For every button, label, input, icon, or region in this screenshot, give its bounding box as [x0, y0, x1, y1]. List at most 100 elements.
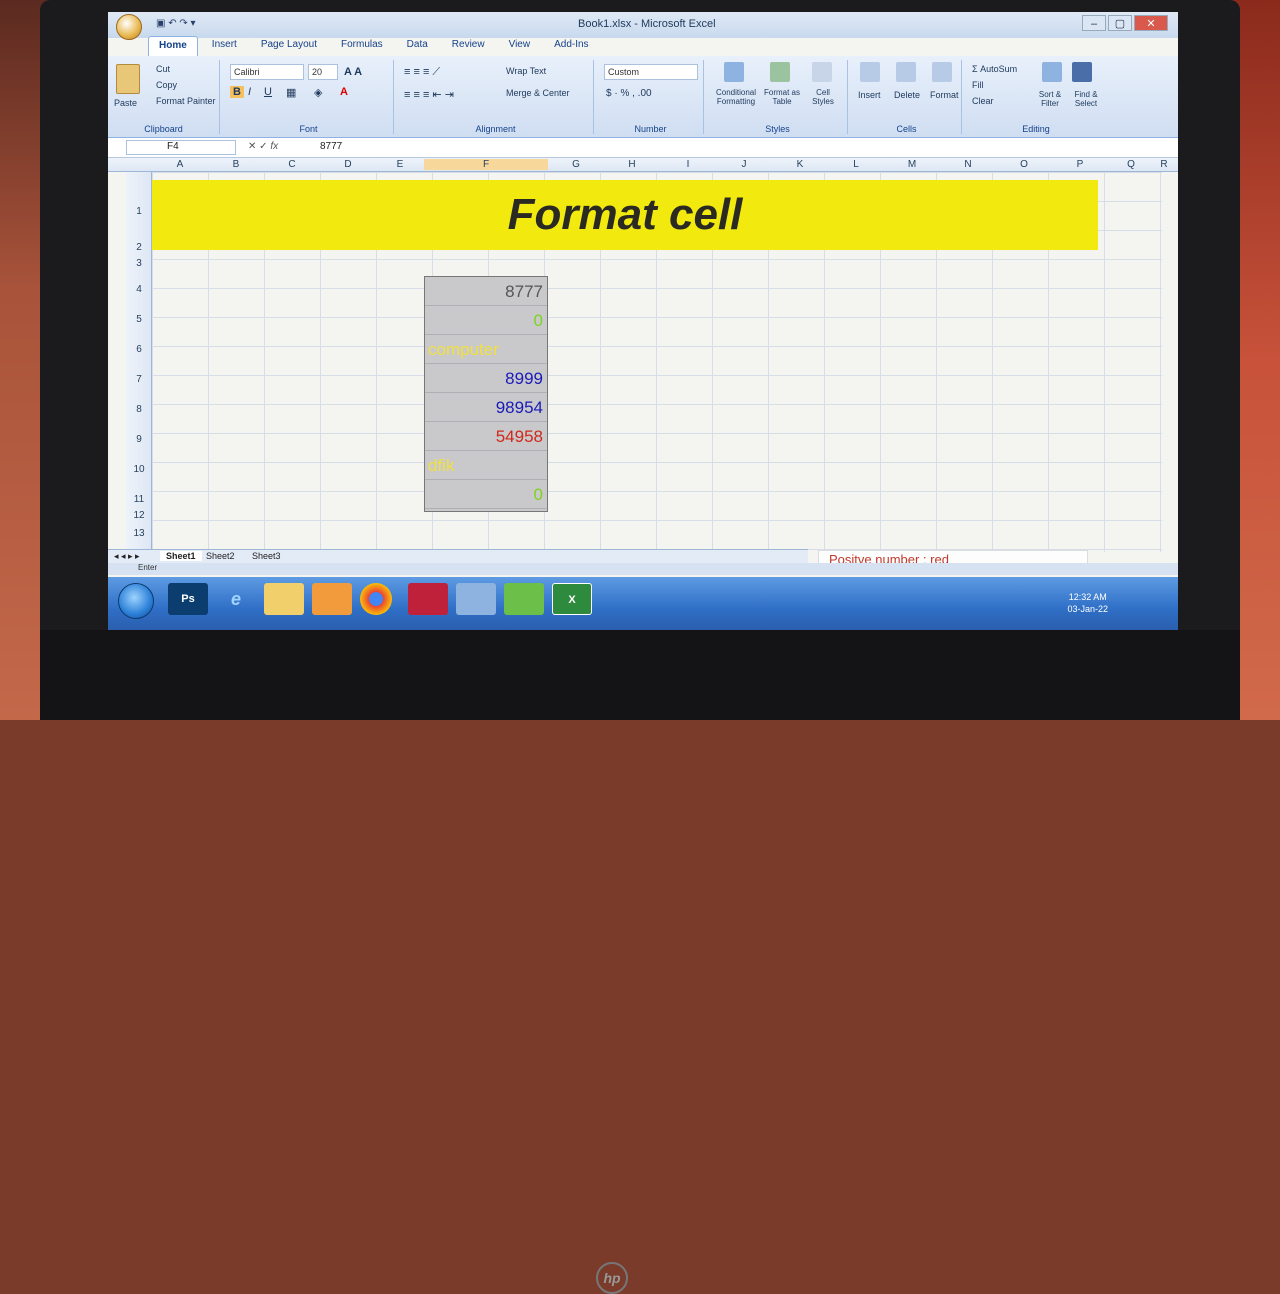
row-header[interactable]: 7: [126, 374, 152, 385]
start-button[interactable]: [118, 583, 154, 619]
column-header[interactable]: L: [828, 159, 884, 170]
close-icon[interactable]: ✕: [1134, 15, 1168, 31]
column-header[interactable]: B: [208, 159, 264, 170]
column-header[interactable]: M: [884, 159, 940, 170]
fill-color-icon[interactable]: ◈: [314, 86, 322, 99]
tab-insert[interactable]: Insert: [202, 36, 247, 56]
cell-f10[interactable]: dfik: [425, 451, 547, 480]
cell-f6[interactable]: computer: [425, 335, 547, 364]
tab-view[interactable]: View: [499, 36, 541, 56]
row-header[interactable]: 5: [126, 314, 152, 325]
tab-formulas[interactable]: Formulas: [331, 36, 393, 56]
name-box[interactable]: F4: [126, 140, 236, 155]
row-header[interactable]: 4: [126, 284, 152, 295]
internet-explorer-icon[interactable]: e: [216, 583, 256, 615]
border-icon[interactable]: ▦: [286, 86, 296, 99]
tab-review[interactable]: Review: [442, 36, 495, 56]
fill-button[interactable]: Fill: [972, 80, 984, 90]
font-size-select[interactable]: 20: [308, 64, 338, 80]
column-header[interactable]: G: [548, 159, 604, 170]
cut-button[interactable]: Cut: [156, 64, 170, 74]
formatted-range[interactable]: 8777 0 computer 8999 98954 54958 dfik 0: [424, 276, 548, 512]
autosum-button[interactable]: Σ AutoSum: [972, 64, 1017, 74]
row-header[interactable]: 13: [126, 528, 152, 539]
tab-data[interactable]: Data: [397, 36, 438, 56]
column-header[interactable]: O: [996, 159, 1052, 170]
torrent-icon[interactable]: [504, 583, 544, 615]
column-header[interactable]: R: [1154, 159, 1174, 170]
column-header[interactable]: H: [604, 159, 660, 170]
tab-page-layout[interactable]: Page Layout: [251, 36, 327, 56]
row-header[interactable]: 6: [126, 344, 152, 355]
align-top-icon[interactable]: ≡ ≡ ≡ ⟋: [404, 66, 440, 79]
photoshop-icon[interactable]: Ps: [168, 583, 208, 615]
column-header[interactable]: N: [940, 159, 996, 170]
row-header[interactable]: 1: [126, 206, 152, 217]
font-name-select[interactable]: Calibri: [230, 64, 304, 80]
italic-icon[interactable]: I: [248, 86, 251, 98]
align-left-icon[interactable]: ≡ ≡ ≡ ⇤ ⇥: [404, 88, 454, 101]
bold-icon[interactable]: B: [230, 86, 244, 98]
fx-icon[interactable]: ✕ ✓ fx: [248, 141, 278, 152]
copy-button[interactable]: Copy: [156, 80, 177, 90]
sheet-tab-1[interactable]: Sheet1: [160, 551, 202, 561]
clear-button[interactable]: Clear: [972, 96, 994, 106]
row-header[interactable]: 10: [126, 464, 152, 475]
excel-icon[interactable]: X: [552, 583, 592, 615]
conditional-formatting-button[interactable]: Conditional Formatting: [712, 88, 760, 106]
format-button[interactable]: Format: [930, 90, 959, 100]
paste-icon[interactable]: [116, 64, 140, 94]
cell-f9[interactable]: 54958: [425, 422, 547, 451]
column-header[interactable]: E: [376, 159, 424, 170]
row-header[interactable]: 11: [126, 494, 152, 505]
insert-cells-icon[interactable]: [860, 62, 880, 82]
maximize-icon[interactable]: ▢: [1108, 15, 1132, 31]
office-button[interactable]: [116, 14, 142, 40]
currency-icon[interactable]: $ · % , .00: [606, 88, 652, 99]
format-cells-icon[interactable]: [932, 62, 952, 82]
row-header[interactable]: 2: [126, 242, 152, 253]
merge-center-button[interactable]: Merge & Center: [506, 88, 570, 98]
minimize-icon[interactable]: –: [1082, 15, 1106, 31]
column-header[interactable]: K: [772, 159, 828, 170]
row-header[interactable]: 8: [126, 404, 152, 415]
paste-button[interactable]: Paste: [114, 98, 137, 108]
network-icon[interactable]: [456, 583, 496, 615]
cell-styles-icon[interactable]: [812, 62, 832, 82]
delete-cells-icon[interactable]: [896, 62, 916, 82]
column-header-selected[interactable]: F: [424, 159, 548, 170]
formula-input[interactable]: 8777: [320, 141, 342, 152]
find-select-icon[interactable]: [1072, 62, 1092, 82]
find-select-button[interactable]: Find & Select: [1068, 90, 1104, 108]
tab-home[interactable]: Home: [148, 36, 198, 56]
cell-f4[interactable]: 8777: [425, 277, 547, 306]
grow-font-icon[interactable]: A A: [344, 66, 362, 78]
tab-add-ins[interactable]: Add-Ins: [544, 36, 598, 56]
sort-filter-button[interactable]: Sort & Filter: [1032, 90, 1068, 108]
cell-f11[interactable]: 0: [425, 480, 547, 509]
cell-f8[interactable]: 98954: [425, 393, 547, 422]
format-table-icon[interactable]: [770, 62, 790, 82]
cell-styles-button[interactable]: Cell Styles: [806, 88, 840, 106]
row-header[interactable]: 12: [126, 510, 152, 521]
clock[interactable]: 12:32 AM 03-Jan-22: [1067, 591, 1108, 615]
column-header[interactable]: I: [660, 159, 716, 170]
folder-icon[interactable]: [264, 583, 304, 615]
sheet-tab-3[interactable]: Sheet3: [252, 551, 281, 561]
chrome-icon[interactable]: [360, 583, 392, 615]
row-header[interactable]: 9: [126, 434, 152, 445]
cell-f5[interactable]: 0: [425, 306, 547, 335]
wrap-text-button[interactable]: Wrap Text: [506, 66, 546, 76]
column-header[interactable]: C: [264, 159, 320, 170]
column-header[interactable]: J: [716, 159, 772, 170]
cell-f7[interactable]: 8999: [425, 364, 547, 393]
recorder-icon[interactable]: [408, 583, 448, 615]
row-header[interactable]: 3: [126, 258, 152, 269]
font-color-icon[interactable]: A: [340, 86, 348, 98]
format-painter-button[interactable]: Format Painter: [156, 96, 216, 106]
format-table-button[interactable]: Format as Table: [764, 88, 800, 106]
sheet-tab-2[interactable]: Sheet2: [206, 551, 235, 561]
insert-button[interactable]: Insert: [858, 90, 881, 100]
media-player-icon[interactable]: [312, 583, 352, 615]
column-header[interactable]: D: [320, 159, 376, 170]
